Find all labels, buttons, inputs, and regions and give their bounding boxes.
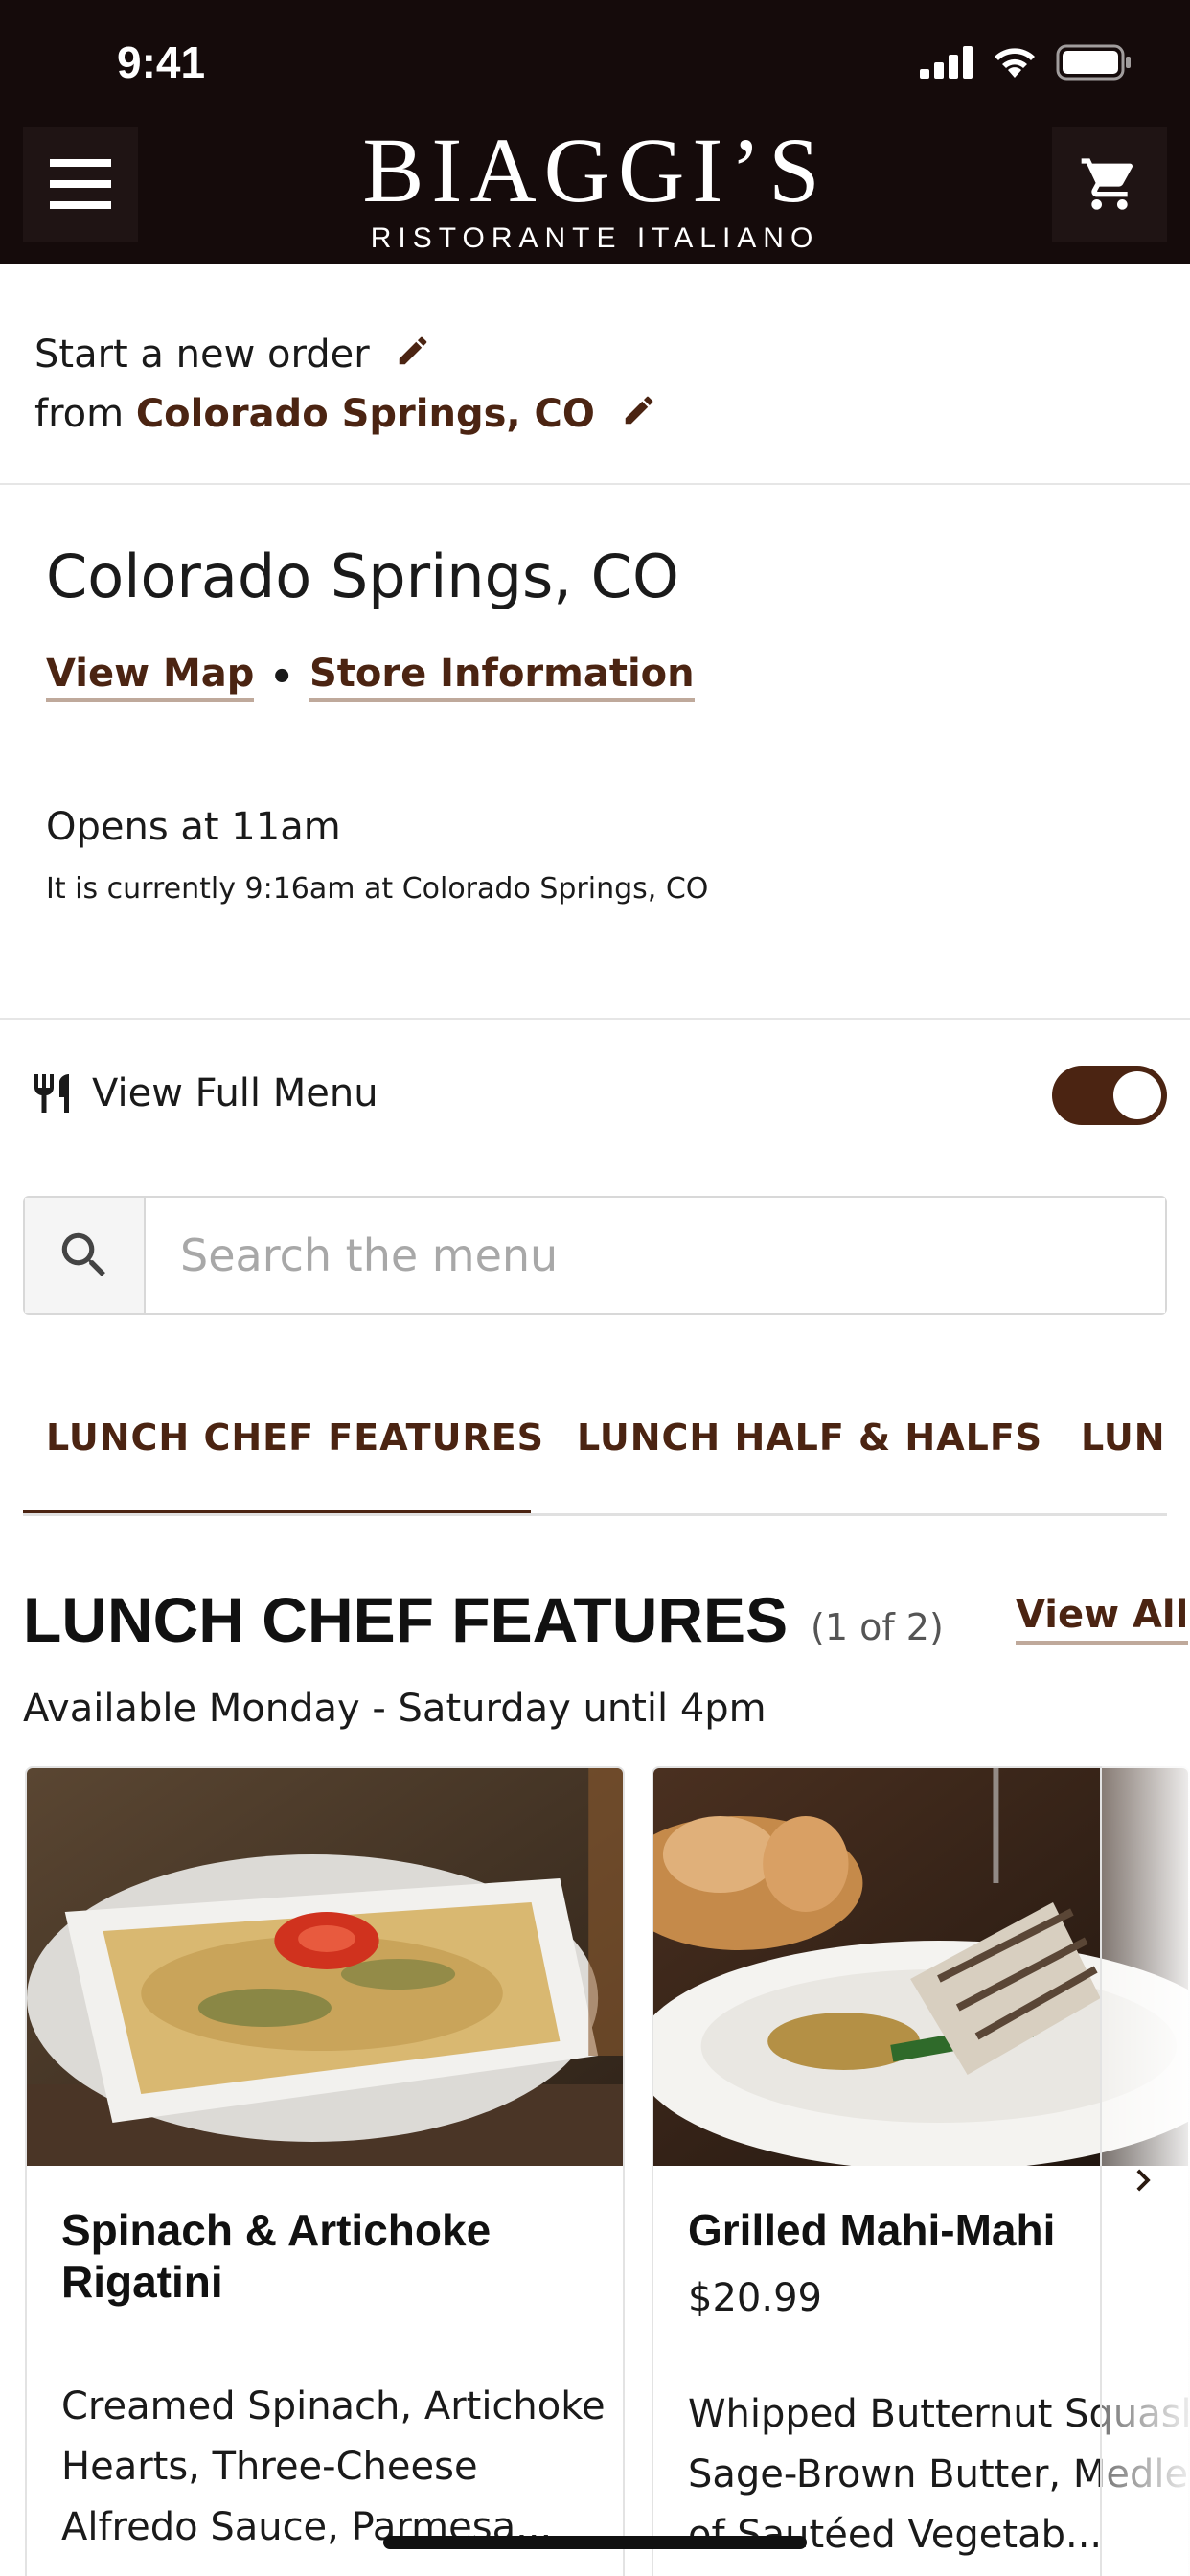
status-time: 9:41 (117, 37, 206, 87)
edit-order-pencil-icon[interactable] (395, 328, 431, 385)
tab-lunch-chef-features[interactable]: LUNCH CHEF FEATURES (46, 1416, 544, 1459)
search-icon (61, 1232, 105, 1276)
full-menu-toggle[interactable] (1052, 1066, 1167, 1125)
search-button[interactable] (25, 1198, 146, 1313)
view-map-link[interactable]: View Map (46, 652, 255, 702)
store-links: View Map • Store Information (46, 652, 695, 702)
order-summary: Start a new order from Colorado Springs,… (34, 326, 657, 445)
cart-button[interactable] (1052, 126, 1167, 242)
chevron-right-icon[interactable] (1121, 2158, 1165, 2202)
opening-hours: Opens at 11am (46, 805, 341, 849)
search-input[interactable] (146, 1198, 1165, 1313)
battery-icon (1056, 44, 1131, 80)
active-tab-indicator (23, 1510, 531, 1513)
item-name-line: Grilled Mahi-Mahi (688, 2205, 1056, 2255)
link-separator: • (269, 655, 294, 700)
view-all-link[interactable]: View All (1016, 1593, 1189, 1645)
menu-item-card[interactable]: Spinach & Artichoke Rigatini Creamed Spi… (25, 1766, 625, 2576)
divider (0, 1018, 1190, 1020)
logo-sub-text: RISTORANTE ITALIANO (370, 222, 820, 254)
item-description: Creamed Spinach, Artichoke Hearts, Three… (61, 2377, 606, 2558)
item-price: $20.99 (688, 2276, 822, 2320)
section-page-count: (1 of 2) (811, 1606, 944, 1648)
wifi-icon (995, 48, 1035, 78)
store-title: Colorado Springs, CO (46, 541, 679, 611)
status-icons (920, 44, 1133, 80)
item-desc-line: Hearts, Three-Cheese (61, 2445, 478, 2489)
from-label: from (34, 392, 125, 436)
app-header: 9:41 BIAGGI’S RISTORANTE ITALIANO (0, 0, 1190, 264)
edit-location-pencil-icon[interactable] (621, 387, 657, 445)
divider (0, 483, 1190, 485)
logo-main-text: BIAGGI’S (362, 119, 828, 221)
order-location[interactable]: Colorado Springs, CO (136, 392, 595, 436)
store-information-link[interactable]: Store Information (309, 652, 695, 702)
item-name: Spinach & Artichoke Rigatini (61, 2204, 491, 2308)
section-availability: Available Monday - Saturday until 4pm (23, 1687, 767, 1731)
home-indicator (383, 2536, 807, 2549)
item-name: Grilled Mahi-Mahi (688, 2204, 1055, 2256)
start-order-text: Start a new order (34, 333, 370, 377)
section-title: LUNCH CHEF FEATURES (23, 1584, 789, 1655)
tab-lunch[interactable]: LUNCH (1081, 1416, 1167, 1459)
signal-icon (920, 46, 973, 79)
order-line-2: from Colorado Springs, CO (34, 385, 657, 445)
menu-search (23, 1196, 1167, 1315)
item-name-line: Rigatini (61, 2257, 223, 2307)
category-tabs: LUNCH CHEF FEATURES LUNCH HALF & HALFS L… (23, 1370, 1167, 1516)
brand-logo: BIAGGI’S RISTORANTE ITALIANO (0, 125, 1190, 255)
tab-lunch-half-halfs[interactable]: LUNCH HALF & HALFS (577, 1416, 1042, 1459)
full-menu-row: View Full Menu (29, 1069, 378, 1118)
fork-knife-icon (34, 1074, 69, 1113)
item-desc-line: Creamed Spinach, Artichoke (61, 2384, 606, 2428)
toggle-knob (1113, 1071, 1161, 1119)
full-menu-label: View Full Menu (92, 1071, 378, 1116)
food-photo-rigatini (27, 1768, 623, 2166)
item-name-line: Spinach & Artichoke (61, 2205, 492, 2255)
current-time-note: It is currently 9:16am at Colorado Sprin… (46, 872, 709, 906)
cart-icon (1081, 158, 1133, 210)
order-line-1: Start a new order (34, 326, 657, 385)
